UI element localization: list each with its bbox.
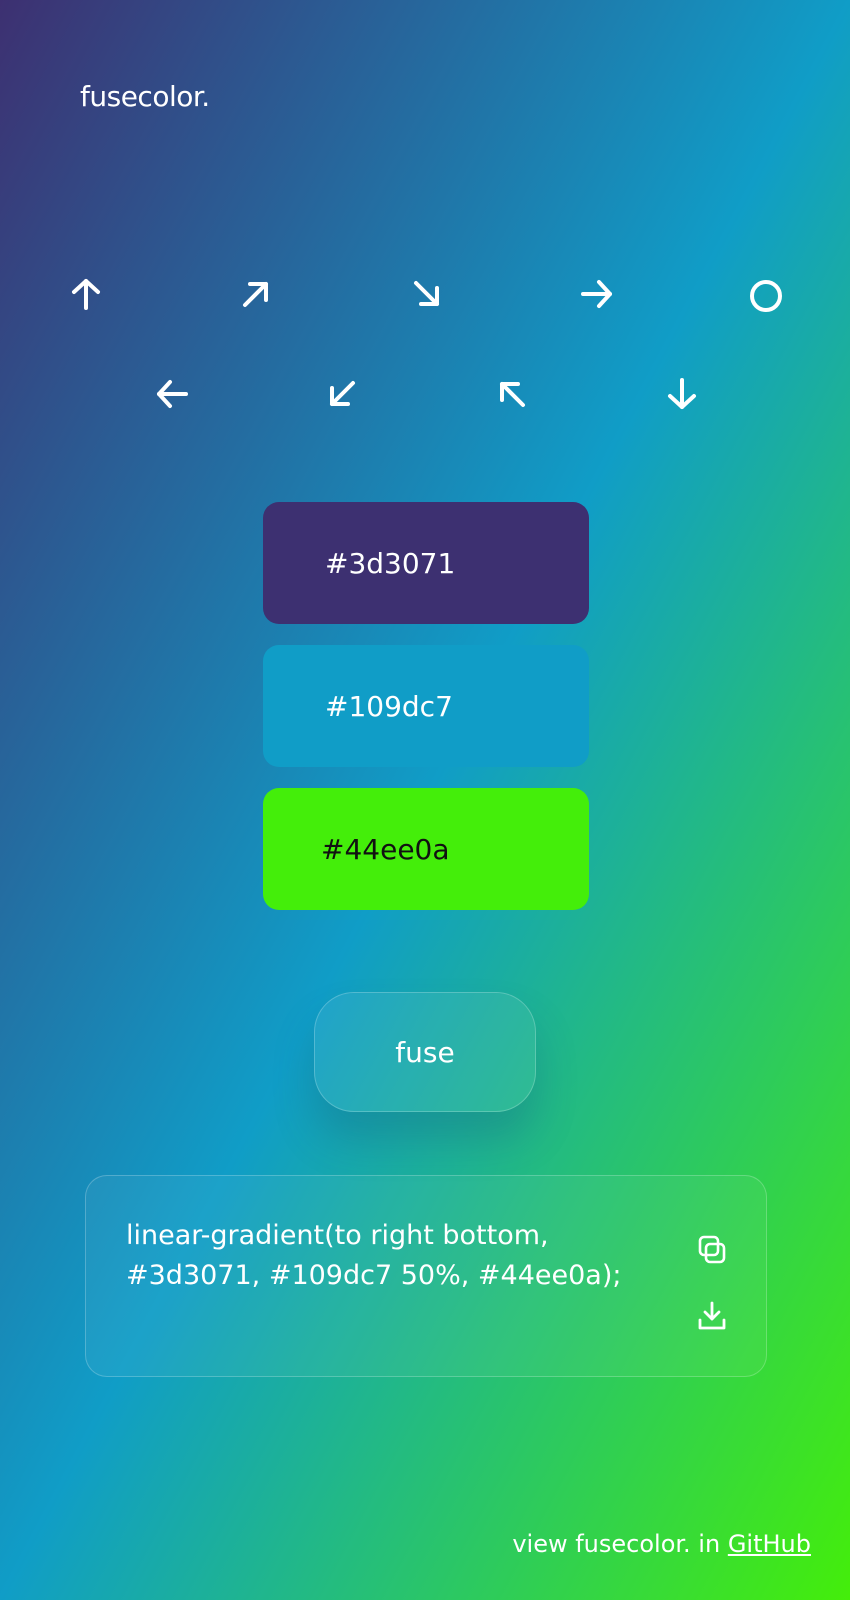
color-swatch-2[interactable]: #109dc7 (263, 645, 589, 767)
gradient-output-panel: linear-gradient(to right bottom, #3d3071… (85, 1175, 767, 1377)
color-swatch-3[interactable]: #44ee0a (263, 788, 589, 910)
color-swatch-list: #3d3071 #109dc7 #44ee0a (263, 502, 589, 931)
color-hex-2[interactable]: #109dc7 (325, 690, 453, 723)
arrow-up-left-icon (494, 376, 530, 412)
github-link[interactable]: GitHub (728, 1530, 811, 1558)
color-swatch-1[interactable]: #3d3071 (263, 502, 589, 624)
fuse-button[interactable]: fuse (314, 992, 536, 1112)
footer-text: view fusecolor. in (512, 1530, 721, 1558)
gradient-css-line-2: #3d3071, #109dc7 50%, #44ee0a); (126, 1260, 622, 1291)
arrow-down-right-icon (409, 276, 445, 312)
direction-to-bottom-button[interactable] (654, 366, 710, 422)
download-icon (696, 1300, 728, 1336)
direction-to-right-top-button[interactable] (228, 266, 284, 322)
direction-to-left-bottom-button[interactable] (314, 366, 370, 422)
copy-button[interactable] (692, 1232, 732, 1272)
gradient-css-line-1: linear-gradient(to right bottom, (126, 1220, 549, 1251)
download-button[interactable] (692, 1298, 732, 1338)
circle-icon (748, 278, 784, 314)
direction-to-top-button[interactable] (58, 266, 114, 322)
direction-to-right-bottom-button[interactable] (399, 266, 455, 322)
arrow-up-icon (68, 276, 104, 312)
fuse-button-label: fuse (395, 1035, 455, 1069)
direction-to-left-button[interactable] (144, 366, 200, 422)
color-hex-3[interactable]: #44ee0a (321, 833, 450, 866)
color-hex-1[interactable]: #3d3071 (325, 547, 455, 580)
direction-to-left-top-button[interactable] (484, 366, 540, 422)
arrow-down-left-icon (324, 376, 360, 412)
footer: view fusecolor. in GitHub (512, 1530, 811, 1558)
arrow-left-icon (154, 376, 190, 412)
arrow-down-icon (664, 376, 700, 412)
arrow-up-right-icon (238, 276, 274, 312)
copy-icon (696, 1234, 728, 1270)
direction-radial-button[interactable] (738, 268, 794, 324)
app-logo: fusecolor. (80, 80, 210, 113)
direction-to-right-button[interactable] (569, 266, 625, 322)
gradient-css-output: linear-gradient(to right bottom, #3d3071… (126, 1216, 646, 1296)
arrow-right-icon (579, 276, 615, 312)
